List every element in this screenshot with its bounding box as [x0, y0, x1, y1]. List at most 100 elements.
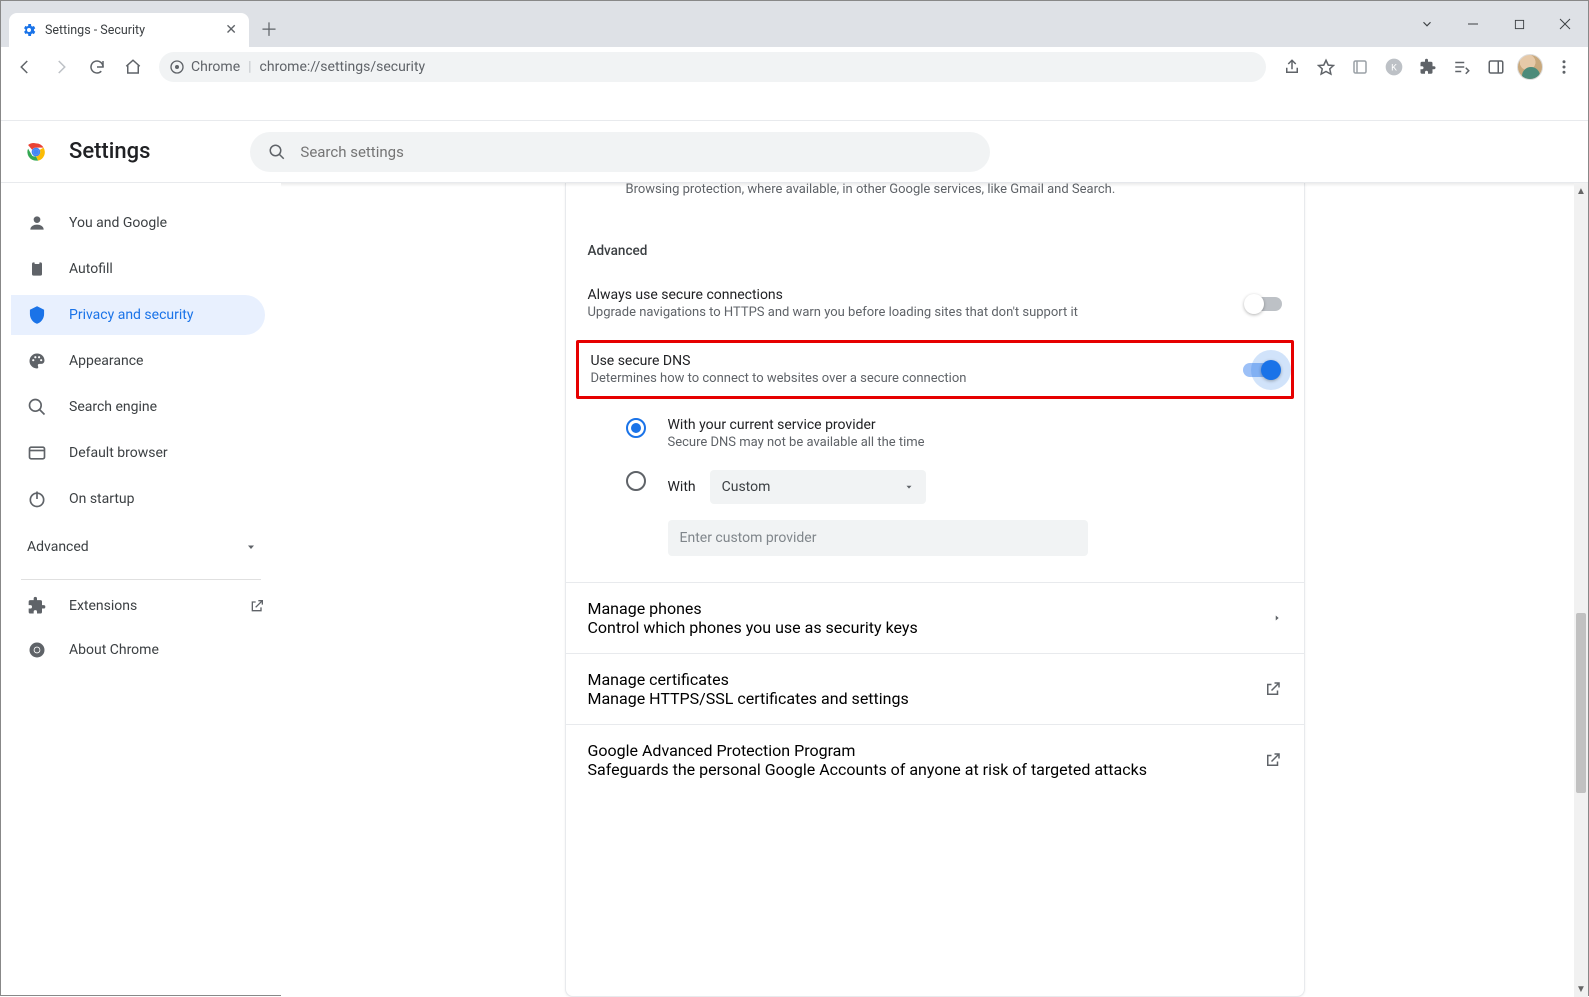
scroll-up-arrow[interactable]: ▲ — [1574, 183, 1588, 199]
window-titlebar: Settings - Security ✕ ＋ — [1, 1, 1588, 47]
sidebar-item-label: Default browser — [69, 445, 168, 461]
chevron-right-icon — [1272, 611, 1282, 625]
radio-custom[interactable] — [626, 471, 646, 491]
secure-dns-highlight: Use secure DNS Determines how to connect… — [576, 340, 1294, 399]
clipboard-icon — [27, 259, 47, 279]
browser-toolbar: Chrome | chrome://settings/security K — [1, 47, 1588, 87]
external-link-icon — [1264, 680, 1282, 698]
chrome-info-icon — [169, 59, 185, 75]
secure-dns-label: Use secure DNS — [591, 353, 1229, 369]
bookmarks-bar-placeholder — [1, 87, 1588, 121]
bookmark-star-icon[interactable] — [1310, 51, 1342, 83]
manage-phones-label: Manage phones — [588, 599, 1272, 618]
vertical-scrollbar[interactable]: ▲ ▼ — [1574, 183, 1588, 997]
window-controls — [1404, 1, 1588, 47]
sidebar-item-default-browser[interactable]: Default browser — [11, 433, 265, 473]
row-advanced-protection[interactable]: Google Advanced Protection Program Safeg… — [566, 724, 1304, 795]
radio-current-provider[interactable] — [626, 418, 646, 438]
sidebar-item-startup[interactable]: On startup — [11, 479, 265, 519]
secure-conn-label: Always use secure connections — [588, 287, 1232, 303]
kebab-menu-icon[interactable] — [1548, 51, 1580, 83]
sidebar-item-search-engine[interactable]: Search engine — [11, 387, 265, 427]
extensions-icon[interactable] — [1412, 51, 1444, 83]
sidebar-divider — [21, 579, 261, 580]
sidebar-advanced-toggle[interactable]: Advanced — [11, 525, 281, 569]
close-tab-icon[interactable]: ✕ — [225, 22, 237, 38]
dns-option-current-provider[interactable]: With your current service provider Secur… — [626, 407, 1282, 460]
chrome-grey-icon — [27, 640, 47, 660]
manage-phones-sub: Control which phones you use as security… — [588, 618, 1272, 637]
palette-icon — [27, 351, 47, 371]
browser-icon — [27, 443, 47, 463]
secure-dns-options: With your current service provider Secur… — [566, 403, 1304, 564]
profile-avatar[interactable] — [1514, 51, 1546, 83]
sidebar-item-autofill[interactable]: Autofill — [11, 249, 265, 289]
advanced-label: Advanced — [27, 539, 89, 555]
sidebar-item-label: Privacy and security — [69, 307, 193, 323]
maximize-button[interactable] — [1496, 8, 1542, 40]
search-icon — [27, 397, 47, 417]
close-window-button[interactable] — [1542, 8, 1588, 40]
search-icon — [268, 143, 286, 161]
dns-provider-select[interactable]: Custom — [710, 470, 926, 504]
row-secure-connections: Always use secure connections Upgrade na… — [566, 277, 1304, 330]
settings-content: Browsing protection, where available, in… — [281, 183, 1588, 997]
share-icon[interactable] — [1276, 51, 1308, 83]
search-input[interactable] — [300, 143, 972, 161]
secure-conn-toggle[interactable] — [1246, 297, 1282, 311]
chrome-logo-icon — [23, 139, 49, 165]
site-label: Chrome — [191, 59, 240, 75]
settings-sidebar: You and Google Autofill Privacy and secu… — [1, 183, 281, 997]
back-button[interactable] — [9, 51, 41, 83]
tab-title: Settings - Security — [45, 23, 145, 38]
sidebar-item-label: You and Google — [69, 215, 167, 231]
search-settings-box[interactable] — [250, 132, 990, 172]
scroll-shadow — [281, 183, 1574, 187]
row-secure-dns: Use secure DNS Determines how to connect… — [579, 343, 1291, 396]
sidebar-item-appearance[interactable]: Appearance — [11, 341, 265, 381]
opt1-label: With your current service provider — [668, 417, 925, 433]
collections-icon[interactable] — [1344, 51, 1376, 83]
sidebar-item-label: Search engine — [69, 399, 157, 415]
side-panel-icon[interactable] — [1480, 51, 1512, 83]
extensions-label: Extensions — [69, 598, 137, 614]
select-value: Custom — [722, 479, 771, 495]
minimize-button[interactable] — [1450, 8, 1496, 40]
scrollbar-thumb[interactable] — [1576, 613, 1586, 793]
dns-option-custom[interactable]: With Custom — [626, 460, 1282, 514]
home-button[interactable] — [117, 51, 149, 83]
toolbar-actions: K — [1276, 51, 1580, 83]
power-icon — [27, 489, 47, 509]
gapp-label: Google Advanced Protection Program — [588, 741, 1264, 760]
address-bar[interactable]: Chrome | chrome://settings/security — [159, 52, 1266, 82]
browser-tab[interactable]: Settings - Security ✕ — [9, 13, 249, 47]
secure-dns-toggle[interactable] — [1243, 363, 1279, 377]
reading-list-icon[interactable] — [1446, 51, 1478, 83]
sidebar-item-label: Autofill — [69, 261, 113, 277]
url-text: chrome://settings/security — [260, 59, 426, 75]
row-manage-phones[interactable]: Manage phones Control which phones you u… — [566, 582, 1304, 653]
custom-placeholder: Enter custom provider — [680, 530, 817, 546]
row-manage-certificates[interactable]: Manage certificates Manage HTTPS/SSL cer… — [566, 653, 1304, 724]
page-title: Settings — [69, 139, 150, 164]
sidebar-item-privacy[interactable]: Privacy and security — [11, 295, 265, 335]
gapp-sub: Safeguards the personal Google Accounts … — [588, 760, 1264, 779]
manage-certs-sub: Manage HTTPS/SSL certificates and settin… — [588, 689, 1264, 708]
manage-certs-label: Manage certificates — [588, 670, 1264, 689]
new-tab-button[interactable]: ＋ — [255, 15, 283, 43]
svg-text:K: K — [1391, 63, 1397, 73]
launch-icon — [249, 598, 265, 614]
account-icon[interactable]: K — [1378, 51, 1410, 83]
opt2-label: With — [668, 479, 696, 495]
person-icon — [27, 213, 47, 233]
sidebar-item-extensions[interactable]: Extensions — [11, 584, 281, 628]
custom-provider-input[interactable]: Enter custom provider — [668, 520, 1088, 556]
sidebar-item-about[interactable]: About Chrome — [11, 628, 281, 672]
site-identity[interactable]: Chrome — [169, 59, 240, 75]
sidebar-item-you-google[interactable]: You and Google — [11, 203, 265, 243]
reload-button[interactable] — [81, 51, 113, 83]
scroll-down-arrow[interactable]: ▼ — [1574, 981, 1588, 997]
gear-icon — [21, 22, 37, 38]
forward-button[interactable] — [45, 51, 77, 83]
tab-search-icon[interactable] — [1404, 8, 1450, 40]
